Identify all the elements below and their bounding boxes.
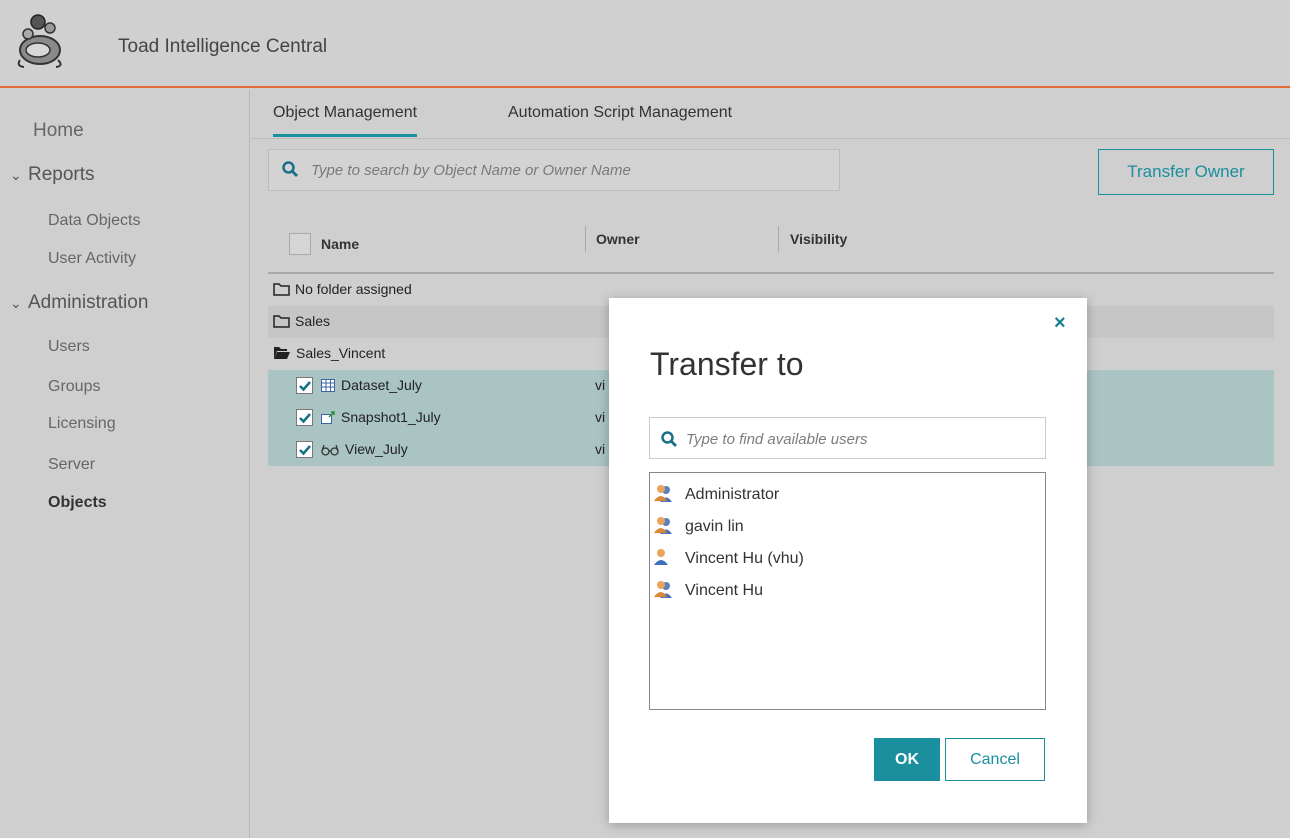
sidebar-item-data-objects[interactable]: Data Objects — [48, 212, 140, 230]
dialog-title: Transfer to — [650, 346, 804, 382]
sidebar-item-groups[interactable]: Groups — [48, 378, 100, 396]
folder-cell: Sales_Vincent — [273, 345, 385, 361]
object-name: Snapshot1_July — [341, 409, 441, 425]
sidebar-section-label: Reports — [28, 164, 95, 185]
row-checkbox[interactable] — [296, 441, 313, 458]
app-title: Toad Intelligence Central — [118, 36, 328, 57]
search-icon — [661, 431, 677, 447]
folder-icon — [273, 315, 290, 328]
folder-name: Sales — [295, 313, 331, 329]
object-search-input[interactable] — [311, 158, 831, 182]
tab-automation-script-management[interactable]: Automation Script Management — [508, 104, 732, 134]
ok-button[interactable]: OK — [874, 738, 940, 781]
dataset-icon — [321, 379, 335, 392]
folder-open-icon — [274, 347, 290, 359]
user-name: gavin lin — [685, 518, 744, 535]
folder-name: No folder assigned — [295, 281, 412, 297]
sidebar-item-server[interactable]: Server — [48, 456, 95, 474]
sidebar-item-home[interactable]: Home — [33, 120, 84, 142]
column-header-owner[interactable]: Owner — [596, 231, 640, 247]
object-search-box[interactable] — [268, 149, 840, 191]
folder-name: Sales_Vincent — [296, 345, 386, 361]
tab-object-management[interactable]: Object Management — [273, 104, 418, 137]
list-item[interactable]: Vincent Hu — [653, 579, 763, 603]
column-header-visibility[interactable]: Visibility — [790, 231, 847, 247]
user-icon — [654, 549, 668, 565]
object-name: Dataset_July — [341, 377, 422, 393]
transfer-dialog: × Transfer to Administrator gavin lin Vi… — [609, 298, 1087, 823]
sidebar-section-administration[interactable]: ⌄ Administration — [10, 292, 148, 314]
sidebar-section-reports[interactable]: ⌄ Reports — [10, 164, 95, 186]
user-group-icon — [654, 517, 672, 534]
user-search-input[interactable] — [686, 427, 1036, 451]
sidebar-item-users[interactable]: Users — [48, 338, 90, 356]
user-search-box[interactable] — [649, 417, 1046, 459]
user-name: Vincent Hu — [685, 582, 763, 599]
owner-cell: vi — [595, 377, 606, 393]
select-all-checkbox[interactable] — [289, 233, 311, 255]
folder-cell: Sales — [273, 313, 330, 329]
sidebar-section-label: Administration — [28, 292, 149, 313]
owner-cell: vi — [595, 441, 606, 457]
list-item[interactable]: Administrator — [653, 483, 779, 507]
sidebar-item-user-activity[interactable]: User Activity — [48, 250, 136, 268]
name-cell: Snapshot1_July — [321, 409, 441, 425]
row-checkbox[interactable] — [296, 377, 313, 394]
user-list[interactable]: Administrator gavin lin Vincent Hu (vhu)… — [649, 472, 1046, 710]
column-divider — [585, 226, 586, 252]
user-name: Administrator — [685, 486, 780, 503]
cancel-button[interactable]: Cancel — [945, 738, 1045, 781]
sidebar: Home ⌄ Reports Data Objects User Activity… — [0, 90, 250, 838]
app-header: Toad Intelligence Central — [0, 0, 1290, 88]
chevron-down-icon: ⌄ — [10, 167, 22, 183]
snapshot-icon — [321, 411, 335, 424]
column-header-name[interactable]: Name — [321, 236, 359, 252]
chevron-down-icon: ⌄ — [10, 295, 22, 311]
folder-icon — [273, 283, 290, 296]
tabs-divider — [251, 138, 1290, 139]
user-group-icon — [654, 485, 672, 502]
user-name: Vincent Hu (vhu) — [685, 550, 804, 567]
close-icon[interactable]: × — [1054, 312, 1066, 335]
folder-cell: No folder assigned — [273, 281, 412, 297]
list-item[interactable]: Vincent Hu (vhu) — [653, 547, 804, 571]
search-icon — [282, 161, 298, 177]
list-item[interactable]: gavin lin — [653, 515, 744, 539]
sidebar-item-objects[interactable]: Objects — [48, 494, 107, 512]
name-cell: View_July — [321, 441, 408, 457]
column-divider — [778, 226, 779, 252]
object-name: View_July — [345, 441, 408, 457]
name-cell: Dataset_July — [321, 377, 422, 393]
transfer-owner-button[interactable]: Transfer Owner — [1098, 149, 1274, 195]
view-icon — [321, 444, 339, 456]
owner-cell: vi — [595, 409, 606, 425]
toad-logo-icon — [17, 14, 62, 68]
user-group-icon — [654, 581, 672, 598]
sidebar-item-licensing[interactable]: Licensing — [48, 415, 116, 433]
row-checkbox[interactable] — [296, 409, 313, 426]
